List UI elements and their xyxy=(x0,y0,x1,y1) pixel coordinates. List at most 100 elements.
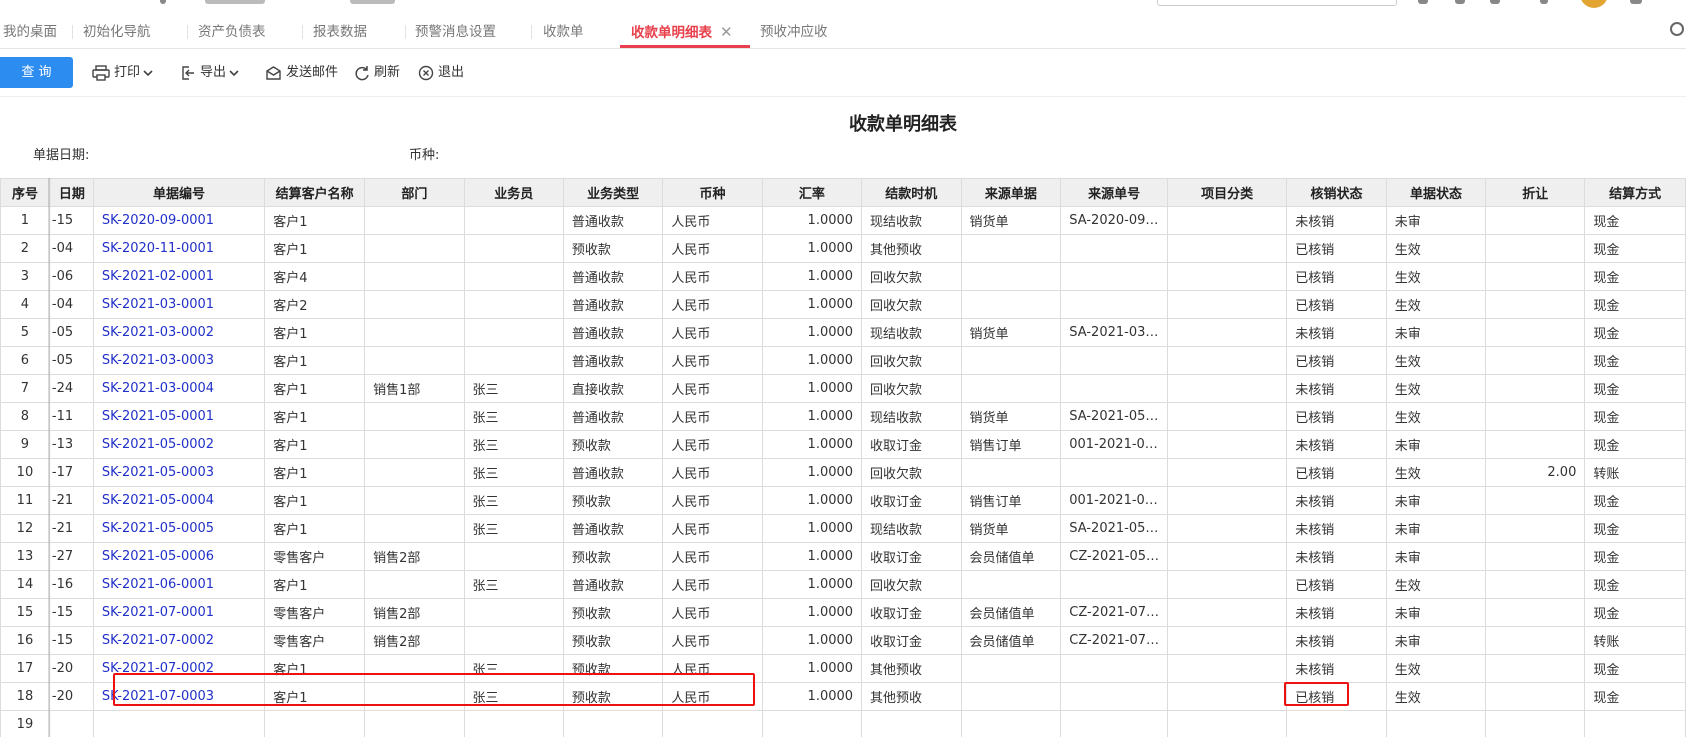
column-header-salesperson[interactable]: 业务员 xyxy=(463,178,564,207)
table-row[interactable]: 4 -04 SK-2021-03-0001 客户2 普通收款 人民币 1.0000 回收欠款 已… xyxy=(0,290,1686,319)
tab-alert-settings[interactable]: 预警消息设置 xyxy=(415,21,496,43)
cell-doc-no[interactable]: SK-2021-05-0006 xyxy=(92,542,266,571)
cell-project-cat xyxy=(1167,346,1288,375)
cell-seq: 13 xyxy=(0,542,50,571)
cell-pay-timing xyxy=(861,710,962,737)
cell-discount xyxy=(1485,654,1586,683)
column-header-source-no[interactable]: 来源单号 xyxy=(1060,178,1169,207)
cell-doc-status: 未审 xyxy=(1385,486,1487,515)
table-row[interactable]: 10 -17 SK-2021-05-0003 客户1 张三 普通收款 人民币 1.0000 回收… xyxy=(0,458,1686,487)
column-header-settle-method[interactable]: 结算方式 xyxy=(1584,178,1686,207)
cell-doc-no[interactable] xyxy=(92,710,266,737)
cell-currency: 人民币 xyxy=(662,430,763,459)
cell-biz-type: 预收款 xyxy=(562,598,664,627)
column-header-doc-status[interactable]: 单据状态 xyxy=(1385,178,1487,207)
tab-desktop[interactable]: 我的桌面 xyxy=(3,21,57,43)
cell-doc-no[interactable]: SK-2020-11-0001 xyxy=(92,234,266,263)
cell-source-doc: 会员储值单 xyxy=(960,542,1062,571)
column-header-date[interactable]: 日期 xyxy=(48,178,94,207)
column-header-department[interactable]: 部门 xyxy=(364,178,465,207)
tab-init-nav[interactable]: 初始化导航 xyxy=(83,21,151,43)
active-tab-indicator xyxy=(620,45,750,48)
column-header-project-cat[interactable]: 项目分类 xyxy=(1167,178,1288,207)
cell-doc-status: 生效 xyxy=(1385,262,1487,291)
column-header-currency[interactable]: 币种 xyxy=(662,178,763,207)
cell-biz-type: 普通收款 xyxy=(562,262,664,291)
cell-doc-status: 未审 xyxy=(1385,514,1487,543)
table-row[interactable]: 5 -05 SK-2021-03-0002 客户1 普通收款 人民币 1.0000 现结收款销… xyxy=(0,318,1686,347)
cell-date: -11 xyxy=(48,402,94,431)
table-row[interactable]: 3 -06 SK-2021-02-0001 客户4 普通收款 人民币 1.0000 回收欠款 已… xyxy=(0,262,1686,291)
table-row[interactable]: 6 -05 SK-2021-03-0003 客户1 普通收款 人民币 1.0000 回收欠款 已… xyxy=(0,346,1686,375)
column-header-rate[interactable]: 汇率 xyxy=(761,178,863,207)
tab-prepay-offset[interactable]: 预收冲应收 xyxy=(760,21,828,43)
global-search-input[interactable] xyxy=(1157,0,1397,6)
table-row[interactable]: 7 -24 SK-2021-03-0004 客户1 销售1部 张三 直接收款 人民币 1.000… xyxy=(0,374,1686,403)
query-button[interactable]: 查 询 xyxy=(0,57,73,88)
cell-doc-status: 生效 xyxy=(1385,458,1487,487)
cell-doc-status: 生效 xyxy=(1385,374,1487,403)
cell-rate: 1.0000 xyxy=(761,570,863,599)
cell-doc-no[interactable]: SK-2021-05-0005 xyxy=(92,514,266,543)
table-row[interactable]: 19 xyxy=(0,710,1686,737)
column-header-discount[interactable]: 折让 xyxy=(1485,178,1586,207)
column-header-writeoff-status[interactable]: 核销状态 xyxy=(1286,178,1387,207)
search-icon[interactable] xyxy=(1670,22,1684,36)
column-header-source-doc[interactable]: 来源单据 xyxy=(960,178,1062,207)
column-header-doc-no[interactable]: 单据编号 xyxy=(92,178,266,207)
table-row[interactable]: 8 -11 SK-2021-05-0001 客户1 张三 普通收款 人民币 1.0000 现结收… xyxy=(0,402,1686,431)
cell-customer: 客户1 xyxy=(264,514,366,543)
table-row[interactable]: 1 -15 SK-2020-09-0001 客户1 普通收款 人民币 1.0000 现结收款销… xyxy=(0,206,1686,235)
table-row[interactable]: 14 -16 SK-2021-06-0001 客户1 张三 普通收款 人民币 1.0000 回收… xyxy=(0,570,1686,599)
cell-settle-method: 现金 xyxy=(1584,206,1686,235)
column-header-pay-timing[interactable]: 结款时机 xyxy=(861,178,962,207)
cell-customer: 客户1 xyxy=(264,402,366,431)
refresh-button[interactable]: 刷新 xyxy=(354,63,400,83)
table-row[interactable]: 11 -21 SK-2021-05-0004 客户1 张三 预收款 人民币 1.0000 收取订… xyxy=(0,486,1686,515)
cell-pay-timing: 其他预收 xyxy=(861,654,962,683)
cell-doc-no[interactable]: SK-2021-06-0001 xyxy=(92,570,266,599)
table-row[interactable]: 13 -27 SK-2021-05-0006 零售客户 销售2部 预收款 人民币 1.0000… xyxy=(0,542,1686,571)
column-header-customer[interactable]: 结算客户名称 xyxy=(264,178,366,207)
table-row[interactable]: 15 -15 SK-2021-07-0001 零售客户 销售2部 预收款 人民币 1.0000… xyxy=(0,598,1686,627)
table-row[interactable]: 16 -15 SK-2021-07-0002 零售客户 销售2部 预收款 人民币 1.0000… xyxy=(0,626,1686,655)
export-button[interactable]: 导出 xyxy=(180,63,243,83)
table-row[interactable]: 12 -21 SK-2021-05-0005 客户1 张三 普通收款 人民币 1.0000 现结… xyxy=(0,514,1686,543)
column-header-seq[interactable]: 序号 xyxy=(0,178,50,207)
cell-settle-method: 现金 xyxy=(1584,402,1686,431)
cell-doc-no[interactable]: SK-2020-09-0001 xyxy=(92,206,266,235)
cell-doc-no[interactable]: SK-2021-07-0002 xyxy=(92,626,266,655)
cell-seq: 7 xyxy=(0,374,50,403)
cell-doc-no[interactable]: SK-2021-03-0004 xyxy=(92,374,266,403)
tab-report-data[interactable]: 报表数据 xyxy=(313,21,367,43)
cell-salesperson: 张三 xyxy=(463,458,564,487)
cell-doc-no[interactable]: SK-2021-03-0002 xyxy=(92,318,266,347)
cell-pay-timing: 回收欠款 xyxy=(861,570,962,599)
cell-doc-no[interactable]: SK-2021-05-0004 xyxy=(92,486,266,515)
tab-balance-sheet[interactable]: 资产负债表 xyxy=(198,21,266,43)
cell-doc-no[interactable]: SK-2021-03-0003 xyxy=(92,346,266,375)
cell-source-doc: 会员储值单 xyxy=(960,626,1062,655)
tab-receipt-detail[interactable]: 收款单明细表 ✕ xyxy=(631,21,733,43)
exit-button[interactable]: 退出 xyxy=(418,63,464,83)
cell-pay-timing: 收取订金 xyxy=(861,430,962,459)
table-row[interactable]: 9 -13 SK-2021-05-0002 客户1 张三 预收款 人民币 1.0000 收取订金… xyxy=(0,430,1686,459)
cell-salesperson xyxy=(463,542,564,571)
cell-doc-no[interactable]: SK-2021-05-0002 xyxy=(92,430,266,459)
cell-doc-no[interactable]: SK-2021-05-0003 xyxy=(92,458,266,487)
cell-doc-no[interactable]: SK-2021-03-0001 xyxy=(92,290,266,319)
cell-doc-no[interactable]: SK-2021-02-0001 xyxy=(92,262,266,291)
cell-discount xyxy=(1485,514,1586,543)
tab-receipt[interactable]: 收款单 xyxy=(543,21,584,43)
cell-doc-no[interactable]: SK-2021-05-0001 xyxy=(92,402,266,431)
send-mail-button[interactable]: 发送邮件 xyxy=(265,63,338,83)
table-row[interactable]: 2 -04 SK-2020-11-0001 客户1 预收款 人民币 1.0000 其他预收 已核… xyxy=(0,234,1686,263)
print-button[interactable]: 打印 xyxy=(92,63,157,83)
column-header-biz-type[interactable]: 业务类型 xyxy=(562,178,664,207)
close-icon[interactable]: ✕ xyxy=(720,23,733,41)
cell-rate: 1.0000 xyxy=(761,514,863,543)
avatar[interactable] xyxy=(1580,0,1608,8)
cell-project-cat xyxy=(1167,318,1288,347)
cell-doc-no[interactable]: SK-2021-07-0001 xyxy=(92,598,266,627)
date-filter-label: 单据日期: xyxy=(33,148,90,163)
